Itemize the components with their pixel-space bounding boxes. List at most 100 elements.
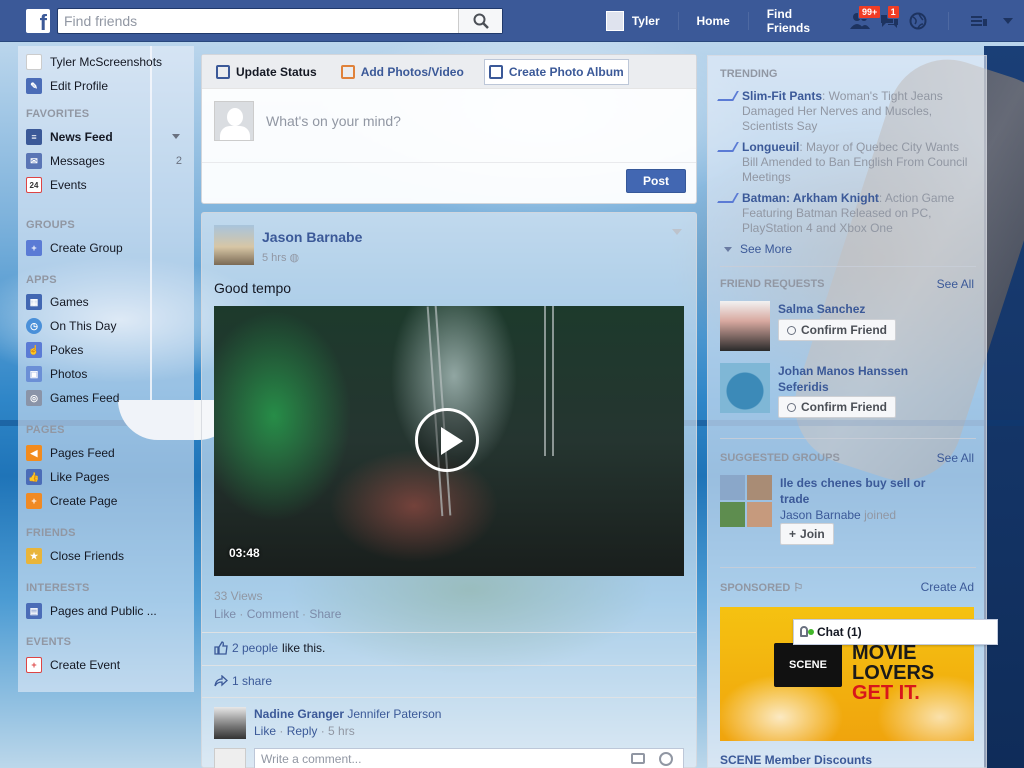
user-avatar[interactable] (606, 11, 624, 31)
trending-title: Batman: Arkham Knight (742, 191, 879, 205)
button-label: Confirm Friend (801, 400, 887, 414)
news-feed-options-icon[interactable] (172, 134, 180, 139)
trending-item[interactable]: Longueuil: Mayor of Quebec City Wants Bi… (717, 140, 976, 185)
add-friend-icon (787, 402, 796, 412)
group-member-photos[interactable] (720, 475, 772, 527)
sidebar-item-close-friends[interactable]: ★ Close Friends (26, 546, 186, 566)
stage-truss (544, 306, 554, 456)
friend-requests-jewel[interactable]: 99+ (848, 5, 882, 33)
share-button[interactable]: Share (309, 607, 341, 621)
lock-menu-icon (971, 16, 988, 26)
privacy-shortcuts[interactable] (967, 9, 992, 33)
tab-update-status[interactable]: Update Status (212, 59, 321, 85)
messages-jewel[interactable]: 1 (877, 5, 902, 33)
shares-summary[interactable]: 1 share (214, 674, 272, 688)
story-options-chevron-icon[interactable] (672, 229, 682, 235)
sponsored-header: SPONSORED ⚐ (720, 581, 803, 594)
sidebar-item-news-feed[interactable]: ≡ News Feed (26, 127, 186, 147)
play-icon[interactable] (415, 408, 479, 472)
trending-item[interactable]: Batman: Arkham Knight: Action Game Featu… (717, 191, 976, 236)
join-group-button[interactable]: + Join (780, 523, 834, 545)
sidebar-item-pages-public[interactable]: ▤ Pages and Public ... (26, 601, 186, 621)
sidebar-item-label: Create Group (50, 241, 123, 255)
sidebar-item-label: Pokes (50, 343, 84, 357)
sidebar-item-edit-profile[interactable]: ✎ Edit Profile (26, 76, 186, 96)
camera-icon[interactable] (631, 753, 645, 764)
messages-count: 2 (175, 155, 182, 167)
sidebar-item-games[interactable]: ▦ Games (26, 292, 186, 312)
group-member-name[interactable]: Jason Barnabe (780, 508, 861, 522)
sidebar-item-messages[interactable]: ✉ Messages 2 (26, 151, 186, 171)
commenter-avatar[interactable] (214, 707, 246, 739)
comment-input[interactable] (255, 749, 615, 768)
sidebar-item-pages-feed[interactable]: ◀ Pages Feed (26, 443, 186, 463)
user-avatar (214, 101, 254, 141)
chat-tab[interactable]: Chat (1) (793, 619, 998, 645)
comment-button[interactable]: Comment (247, 607, 299, 621)
post-button[interactable]: Post (626, 169, 686, 193)
sidebar-item-create-page[interactable]: + Create Page (26, 491, 186, 511)
nav-home[interactable]: Home (697, 14, 730, 28)
sidebar-item-pokes[interactable]: ☝ Pokes (26, 340, 186, 360)
requester-photo[interactable] (720, 363, 770, 413)
author-avatar[interactable] (214, 225, 254, 265)
sidebar-item-like-pages[interactable]: 👍 Like Pages (26, 467, 186, 487)
likes-people-link[interactable]: 2 people (232, 641, 278, 655)
sidebar-item-games-feed[interactable]: ◎ Games Feed (26, 388, 186, 408)
requester-name[interactable]: Johan Manos Hanssen Seferidis (778, 363, 928, 395)
tab-label: Update Status (236, 64, 317, 79)
facebook-logo[interactable]: f (26, 9, 50, 33)
messages-badge: 1 (886, 5, 900, 19)
trending-see-more[interactable]: See More (724, 242, 792, 256)
sidebar-item-create-group[interactable]: + Create Group (26, 238, 186, 258)
sidebar-item-label: Create Page (50, 494, 118, 508)
tab-create-photo-album[interactable]: Create Photo Album (483, 58, 629, 85)
emoji-icon[interactable] (659, 752, 673, 766)
notifications-jewel[interactable] (905, 9, 930, 33)
interests-header: INTERESTS (26, 582, 90, 594)
tagged-name[interactable]: Jennifer Paterson (347, 707, 441, 721)
comment-reply-button[interactable]: Reply (287, 724, 318, 738)
tab-add-photos[interactable]: Add Photos/Video (337, 59, 468, 85)
sidebar-item-events[interactable]: 24 Events (26, 175, 186, 195)
composer-body[interactable]: What's on your mind? (202, 89, 696, 163)
composer-placeholder[interactable]: What's on your mind? (266, 113, 401, 129)
search-button[interactable] (458, 9, 502, 33)
plus-icon: + (789, 527, 797, 541)
story-timestamp[interactable]: 5 hrs ◍ (262, 251, 299, 264)
friend-requests-see-all[interactable]: See All (937, 277, 974, 291)
nav-divider (677, 12, 679, 30)
video-player[interactable]: 03:48 (214, 306, 684, 576)
trending-item[interactable]: Slim-Fit Pants: Woman's Tight Jeans Dama… (717, 89, 976, 134)
confirm-friend-button[interactable]: Confirm Friend (778, 396, 896, 418)
commenter-name[interactable]: Nadine Granger (254, 707, 344, 721)
friends-header: FRIENDS (26, 527, 76, 539)
like-button[interactable]: Like (214, 607, 236, 621)
divider (202, 632, 696, 633)
star-icon: ★ (26, 548, 42, 564)
confirm-friend-button[interactable]: Confirm Friend (778, 319, 896, 341)
search-input[interactable] (58, 9, 458, 33)
sidebar-item-photos[interactable]: ▣ Photos (26, 364, 186, 384)
sidebar-item-create-event[interactable]: + Create Event (26, 655, 186, 675)
comment-like-button[interactable]: Like (254, 724, 276, 738)
requester-name[interactable]: Salma Sanchez (778, 301, 928, 317)
friend-request-item: Johan Manos Hanssen Seferidis Confirm Fr… (720, 363, 976, 418)
ad-headline-3: GET IT. (852, 682, 920, 704)
sidebar-item-profile[interactable]: Tyler McScreenshots (26, 52, 186, 72)
trending-arrow-icon (717, 193, 739, 203)
requester-photo[interactable] (720, 301, 770, 351)
nav-find-friends[interactable]: Find Friends (767, 7, 830, 35)
poke-icon: ☝ (26, 342, 42, 358)
group-name[interactable]: Ile des chenes buy sell or trade (780, 475, 940, 507)
sidebar-item-label: Photos (50, 367, 88, 381)
nav-user-name[interactable]: Tyler (632, 14, 660, 28)
tab-label: Create Photo Album (508, 64, 624, 79)
create-ad-link[interactable]: Create Ad (921, 580, 974, 594)
suggested-groups-see-all[interactable]: See All (937, 451, 974, 465)
account-menu[interactable] (995, 9, 1020, 33)
sidebar-item-on-this-day[interactable]: ◷ On This Day (26, 316, 186, 336)
story-author[interactable]: Jason Barnabe (262, 229, 362, 245)
ad-choices-icon: ⚐ (793, 582, 804, 594)
ad-title[interactable]: SCENE Member Discounts (720, 753, 872, 767)
